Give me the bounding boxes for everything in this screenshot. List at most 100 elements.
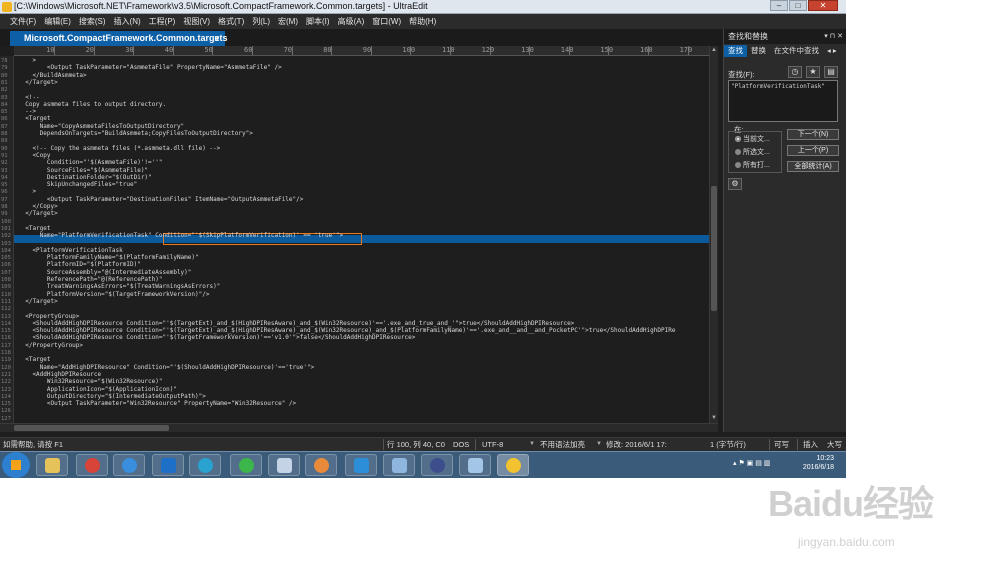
code-line: </Target> [18, 297, 58, 305]
close-tab-icon[interactable]: x [215, 31, 220, 46]
status-insert[interactable]: 插入 [803, 438, 818, 451]
maximize-button[interactable]: □ [789, 0, 807, 11]
gear-icon[interactable]: ⚙ [728, 178, 742, 190]
code-line: <PropertyGroup> [18, 312, 80, 320]
menu-item[interactable]: 高级(A) [334, 14, 369, 29]
code-line: Name="CopyAsmmetaFilesToOutputDirectory" [18, 122, 185, 130]
book-taskbar-button[interactable] [383, 454, 415, 476]
find-label: 查找(F): [728, 70, 755, 79]
ruler-number: 70 [283, 46, 293, 54]
menu-item[interactable]: 列(L) [248, 14, 274, 29]
chrome-icon [85, 458, 100, 473]
find-next-button[interactable]: 下一个(N) [787, 129, 839, 140]
menu-item[interactable]: 窗口(W) [368, 14, 405, 29]
ruler-number: 60 [244, 46, 253, 54]
start-button[interactable] [2, 452, 30, 478]
line-number: 92 [1, 160, 8, 167]
options-icon[interactable]: ▤ [824, 66, 838, 78]
tool-taskbar-button[interactable] [268, 454, 300, 476]
encoding-dropdown-icon[interactable]: ▼ [529, 438, 535, 451]
scope-all-open-radio[interactable]: 所有打... [735, 160, 770, 170]
ie-taskbar-button[interactable] [113, 454, 145, 476]
status-highlight[interactable]: 不用语法加亮 [540, 438, 585, 451]
status-modified: 修改: 2016/6/1 17: [606, 440, 667, 449]
line-number-gutter: 78 79 80 81 82 83 84 85 86 87 88 89 90 91 92 93 94 95 96 97… [0, 56, 14, 423]
c-icon [198, 458, 213, 473]
code-line: <Copy [18, 151, 51, 159]
status-line-ending[interactable]: DOS [453, 438, 469, 451]
ultraedit-taskbar-button[interactable] [497, 454, 529, 476]
scope-all-open-label: 所有打... [743, 162, 770, 169]
vertical-scroll-thumb[interactable] [711, 186, 717, 311]
menu-item[interactable]: 工程(P) [145, 14, 180, 29]
code-line: PlatformID="$(PlatformID)" [18, 261, 141, 269]
minimize-button[interactable]: – [770, 0, 788, 11]
code-line: </Target> [18, 78, 58, 86]
line-number: 78 [1, 58, 8, 64]
status-encoding[interactable]: UTF-8 [482, 438, 503, 451]
find-input[interactable]: "PlatformVerificationTask" [728, 80, 838, 122]
menu-item[interactable]: 插入(N) [110, 14, 145, 29]
code-line: --> [18, 108, 37, 116]
book-icon [392, 458, 407, 473]
tab-replace[interactable]: 替换 [747, 45, 770, 57]
outlook-taskbar-button[interactable] [152, 454, 184, 476]
close-window-button[interactable]: ✕ [808, 0, 838, 11]
highlight-dropdown-icon[interactable]: ▼ [596, 438, 602, 451]
horizontal-scroll-thumb[interactable] [14, 425, 169, 431]
vertical-scrollbar[interactable]: ▲ ▼ [709, 46, 718, 423]
glasses-taskbar-button[interactable] [421, 454, 453, 476]
menu-item[interactable]: 搜索(S) [75, 14, 110, 29]
code-line: OutputDirectory="$(IntermediateOutputPat… [18, 392, 206, 400]
line-number: 97 [1, 196, 8, 203]
horizontal-scrollbar[interactable] [0, 423, 718, 432]
explorer-taskbar-button[interactable] [36, 454, 68, 476]
menu-item[interactable]: 格式(T) [214, 14, 248, 29]
glasses-icon [430, 458, 445, 473]
tray-time: 10:23 [816, 455, 834, 462]
paint-taskbar-button[interactable] [305, 454, 337, 476]
app-c-taskbar-button[interactable] [189, 454, 221, 476]
line-number: 84 [1, 101, 8, 108]
tab-find[interactable]: 查找 [724, 45, 747, 57]
menu-item[interactable]: 编辑(E) [40, 14, 75, 29]
count-all-button[interactable]: 全部统计(A) [787, 161, 839, 172]
menu-item[interactable]: 文件(F) [6, 14, 40, 29]
notes-taskbar-button[interactable] [459, 454, 491, 476]
code-editor[interactable]: > <Output TaskParameter="AsmmetaFile" Pr… [14, 56, 709, 423]
line-number: 127 [1, 415, 11, 422]
chrome-taskbar-button[interactable] [76, 454, 108, 476]
line-number: 89 [1, 138, 8, 145]
status-case: 大写 [827, 440, 842, 449]
panel-tab-scroll-arrows[interactable]: ◂ ▸ [823, 45, 841, 57]
menu-item[interactable]: 帮助(H) [405, 14, 440, 29]
line-number: 108 [1, 277, 11, 283]
tab-find-in-files[interactable]: 在文件中查找 [770, 45, 823, 57]
menu-item[interactable]: 视图(V) [179, 14, 214, 29]
baidu-watermark: Baidu经验 jingyan.baidu.com [768, 475, 958, 555]
w-taskbar-button[interactable] [345, 454, 377, 476]
scroll-up-arrow-icon[interactable]: ▲ [710, 46, 718, 54]
line-number: 112 [1, 306, 11, 313]
line-number: 123 [1, 386, 11, 393]
favorite-star-icon[interactable]: ★ [806, 66, 820, 78]
line-number: 86 [1, 116, 8, 123]
find-previous-button[interactable]: 上一个(P) [787, 145, 839, 156]
menu-item[interactable]: 宏(M) [274, 14, 302, 29]
history-icon[interactable]: ◷ [788, 66, 802, 78]
scope-selection-radio[interactable]: 所选文... [735, 147, 770, 157]
document-tab[interactable]: Microsoft.CompactFramework.Common.target… [10, 31, 228, 46]
line-number: 90 [1, 145, 8, 152]
panel-controls[interactable]: ▾ ⊓ ✕ [824, 29, 843, 44]
code-line: PlatformVersion="$(TargetFrameworkVersio… [18, 290, 210, 298]
column-ruler: 10 20 30 40 50 60 70 80 90 100 110 120 130 140 150 160 1… [14, 46, 709, 56]
tray-icons[interactable]: ▴ ⚑ ▣ ▤ ▥ [733, 459, 770, 467]
status-rw[interactable]: 可写 [774, 438, 789, 451]
chat-taskbar-button[interactable] [230, 454, 262, 476]
tray-clock[interactable]: 10:23 2016/6/18 [803, 454, 834, 472]
line-number: 118 [1, 350, 11, 356]
scroll-down-arrow-icon[interactable]: ▼ [710, 414, 718, 422]
line-number: 93 [1, 167, 8, 174]
scope-current-file-radio[interactable]: 当前文... [735, 134, 770, 144]
menu-item[interactable]: 脚本(I) [302, 14, 334, 29]
